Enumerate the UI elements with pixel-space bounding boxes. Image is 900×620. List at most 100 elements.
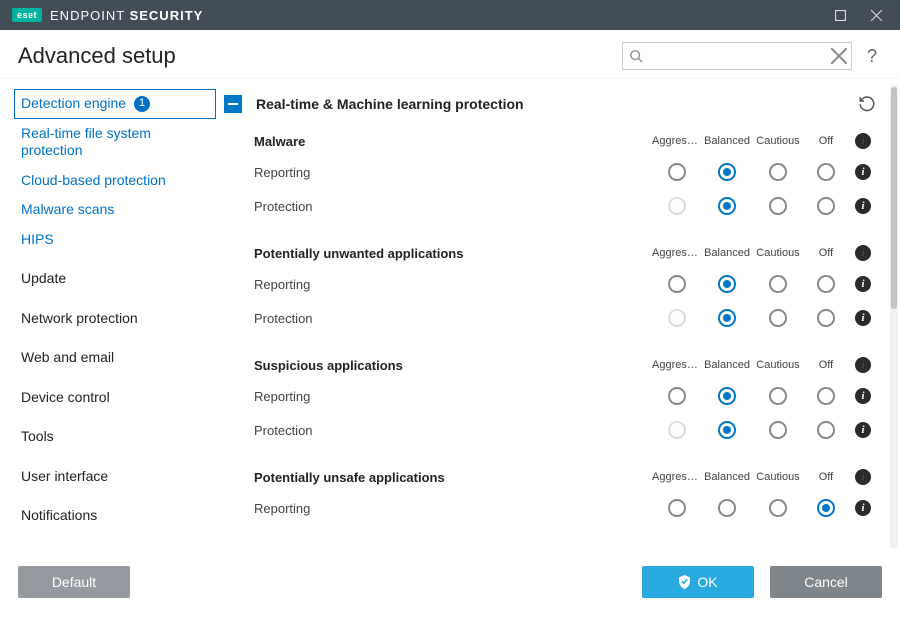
sidebar-item-update[interactable]: Update [14, 264, 216, 294]
scrollbar-thumb[interactable] [891, 87, 897, 309]
radio-off[interactable] [804, 499, 848, 517]
radio-balanced[interactable] [702, 499, 752, 517]
sidebar-item-label: Malware scans [21, 201, 114, 219]
row-label: Reporting [254, 389, 652, 404]
brand-light: ENDPOINT [50, 8, 125, 23]
info-icon[interactable]: i [855, 469, 871, 485]
column-headers: Aggressi...BalancedCautiousOffi [652, 245, 878, 261]
body: Detection engine1 Real-time file system p… [0, 79, 900, 554]
setting-row: Reporting i [220, 491, 882, 525]
scrollbar[interactable] [890, 85, 898, 548]
radio-off[interactable] [804, 197, 848, 215]
sidebar-item-malware-scans[interactable]: Malware scans [14, 195, 216, 225]
sidebar-item-label: Detection engine [21, 95, 126, 113]
radio-balanced[interactable] [702, 421, 752, 439]
ok-button[interactable]: OK [642, 566, 754, 598]
search-field[interactable] [622, 42, 852, 70]
sidebar-item-real-time-file-system-protection[interactable]: Real-time file system protection [14, 119, 216, 166]
col-off: Off [804, 359, 848, 371]
radio-cautious[interactable] [752, 163, 804, 181]
radio-off[interactable] [804, 309, 848, 327]
info-icon[interactable]: i [855, 310, 871, 326]
radio-off[interactable] [804, 421, 848, 439]
undo-icon[interactable] [856, 93, 878, 115]
sidebar-item-label: Tools [21, 428, 54, 446]
sidebar-item-detection-engine[interactable]: Detection engine1 [14, 89, 216, 119]
default-button[interactable]: Default [18, 566, 130, 598]
info-icon[interactable]: i [855, 500, 871, 516]
sidebar-item-notifications[interactable]: Notifications [14, 501, 216, 531]
radio-cautious[interactable] [752, 499, 804, 517]
radio-balanced[interactable] [702, 197, 752, 215]
radio-aggressive[interactable] [652, 275, 702, 293]
info-icon[interactable]: i [855, 245, 871, 261]
sidebar-item-tools[interactable]: Tools [14, 422, 216, 452]
radio-cautious[interactable] [752, 387, 804, 405]
info-cell: i [848, 388, 878, 404]
setting-row: Protectioni [220, 413, 882, 447]
column-headers: Aggressi...BalancedCautiousOffi [652, 133, 878, 149]
sidebar-item-web-and-email[interactable]: Web and email [14, 343, 216, 373]
collapse-icon[interactable] [224, 95, 242, 113]
col-balanced: Balanced [702, 359, 752, 371]
section-title: Real-time & Machine learning protection [256, 96, 856, 112]
search-clear-icon[interactable] [831, 48, 847, 64]
header: Advanced setup ? [0, 30, 900, 79]
search-input[interactable] [623, 43, 851, 69]
radio-aggressive[interactable] [652, 163, 702, 181]
radio-cautious[interactable] [752, 197, 804, 215]
info-icon[interactable]: i [855, 164, 871, 180]
sidebar-item-label: HIPS [21, 231, 54, 249]
sidebar-item-label: Real-time file system protection [21, 125, 209, 160]
radio-off[interactable] [804, 275, 848, 293]
group-title: Suspicious applications [254, 358, 652, 373]
col-cautious: Cautious [752, 247, 804, 259]
info-cell: i [848, 276, 878, 292]
help-icon[interactable]: ? [862, 46, 882, 67]
sidebar-item-cloud-based-protection[interactable]: Cloud-based protection [14, 166, 216, 196]
col-cautious: Cautious [752, 359, 804, 371]
cancel-button[interactable]: Cancel [770, 566, 882, 598]
info-cell: i [848, 357, 878, 373]
info-icon[interactable]: i [855, 198, 871, 214]
col-off: Off [804, 471, 848, 483]
col-balanced: Balanced [702, 135, 752, 147]
info-icon[interactable]: i [855, 276, 871, 292]
radio-balanced[interactable] [702, 387, 752, 405]
radio-aggressive[interactable] [652, 499, 702, 517]
setting-row: Reporting i [220, 379, 882, 413]
window-close-icon[interactable] [858, 0, 894, 30]
info-icon[interactable]: i [855, 422, 871, 438]
info-icon[interactable]: i [855, 388, 871, 404]
sidebar-item-device-control[interactable]: Device control [14, 383, 216, 413]
info-cell: i [848, 500, 878, 516]
radio-off[interactable] [804, 387, 848, 405]
radio-balanced[interactable] [702, 309, 752, 327]
row-label: Reporting [254, 277, 652, 292]
radio-aggressive [652, 421, 702, 439]
radio-balanced[interactable] [702, 163, 752, 181]
col-off: Off [804, 135, 848, 147]
info-icon[interactable]: i [855, 133, 871, 149]
radio-balanced[interactable] [702, 275, 752, 293]
row-label: Reporting [254, 501, 652, 516]
group-title: Potentially unsafe applications [254, 470, 652, 485]
sidebar-item-label: Network protection [21, 310, 138, 328]
radio-aggressive[interactable] [652, 387, 702, 405]
search-icon [629, 49, 643, 63]
radio-off[interactable] [804, 163, 848, 181]
group-title: Potentially unwanted applications [254, 246, 652, 261]
sidebar-item-hips[interactable]: HIPS [14, 225, 216, 255]
col-cautious: Cautious [752, 471, 804, 483]
radio-cautious[interactable] [752, 421, 804, 439]
sidebar-item-network-protection[interactable]: Network protection [14, 304, 216, 334]
settings-scroll[interactable]: Real-time & Machine learning protectionM… [220, 85, 886, 548]
radio-cautious[interactable] [752, 275, 804, 293]
radio-cautious[interactable] [752, 309, 804, 327]
setting-row: Protectioni [220, 301, 882, 335]
ok-label: OK [697, 574, 717, 590]
window-maximize-icon[interactable] [822, 0, 858, 30]
sidebar: Detection engine1 Real-time file system p… [0, 79, 220, 554]
info-icon[interactable]: i [855, 357, 871, 373]
sidebar-item-user-interface[interactable]: User interface [14, 462, 216, 492]
